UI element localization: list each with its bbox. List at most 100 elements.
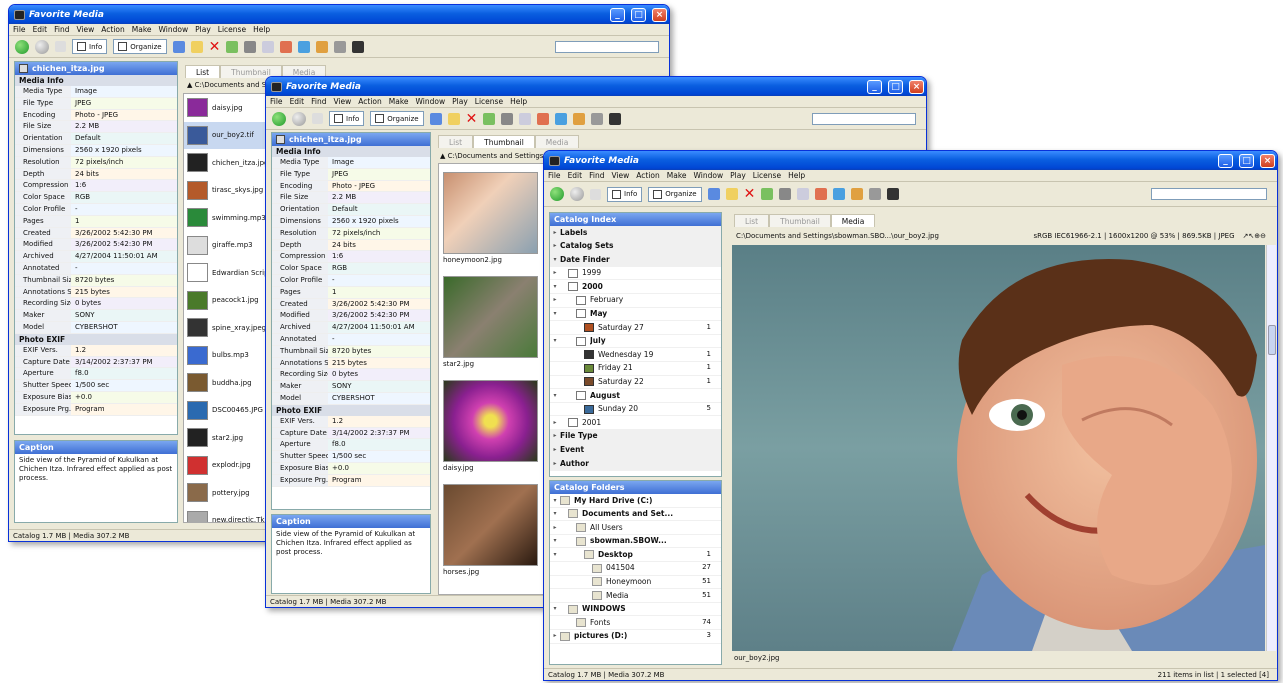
menu-play[interactable]: Play <box>452 97 468 106</box>
caption-text[interactable]: Side view of the Pyramid of Kukulkan at … <box>15 454 177 485</box>
tree-row[interactable]: ▸ All Users <box>550 521 721 535</box>
chart-icon[interactable] <box>537 112 550 125</box>
tree-row[interactable]: ▸ Catalog Sets <box>550 239 721 254</box>
print-icon[interactable] <box>869 188 882 200</box>
tree-row[interactable]: ▸ File Type <box>550 429 721 444</box>
expand-arrow-icon[interactable]: ▾ <box>550 602 560 616</box>
print-icon[interactable] <box>591 112 604 125</box>
print-icon[interactable] <box>334 40 347 53</box>
label-icon[interactable] <box>226 40 239 53</box>
tree-row[interactable]: Sunday 20 5 <box>550 403 721 417</box>
rotate-icon[interactable] <box>555 112 568 125</box>
minimize-button[interactable]: _ <box>867 79 882 94</box>
file-item[interactable]: new.directic.Tkn <box>184 507 272 522</box>
star-icon[interactable] <box>725 188 738 200</box>
tree-row[interactable]: Friday 21 1 <box>550 362 721 376</box>
chart-icon[interactable] <box>815 188 828 200</box>
home-icon[interactable] <box>590 188 601 200</box>
organize-button[interactable]: Organize <box>370 111 424 126</box>
email-icon[interactable] <box>609 112 622 125</box>
tree-row[interactable]: Saturday 27 1 <box>550 321 721 335</box>
tree-row[interactable]: ▸ Event <box>550 443 721 458</box>
menu-edit[interactable]: Edit <box>33 25 48 34</box>
file-item[interactable]: our_boy2.tif <box>184 121 272 149</box>
delete-icon[interactable]: ✕ <box>209 40 221 54</box>
tree-row[interactable]: ▾ August <box>550 389 721 403</box>
edit-icon[interactable] <box>262 40 275 53</box>
search-input[interactable] <box>1151 188 1267 200</box>
menu-view[interactable]: View <box>333 97 351 106</box>
menu-action[interactable]: Action <box>636 171 660 180</box>
delete-icon[interactable]: ✕ <box>466 112 478 126</box>
edit-icon[interactable] <box>797 188 810 200</box>
expand-arrow-icon[interactable]: ▸ <box>550 239 560 253</box>
menu-find[interactable]: Find <box>311 97 326 106</box>
file-item[interactable]: swimming.mp3 <box>184 204 272 232</box>
menu-help[interactable]: Help <box>510 97 527 106</box>
search-input[interactable] <box>812 112 916 125</box>
expand-arrow-icon[interactable]: ▸ <box>550 443 560 457</box>
expand-arrow-icon[interactable]: ▾ <box>550 389 560 403</box>
menu-action[interactable]: Action <box>358 97 382 106</box>
section-photo-exif[interactable]: Photo EXIF <box>15 333 177 345</box>
tree-row[interactable]: Honeymoon 51 <box>550 576 721 590</box>
file-item[interactable]: tirasc_skys.jpg <box>184 177 272 205</box>
forward-icon[interactable] <box>292 111 306 126</box>
home-icon[interactable] <box>312 113 323 124</box>
organize-button[interactable]: Organize <box>113 39 167 54</box>
file-item[interactable]: bulbs.mp3 <box>184 342 272 370</box>
tab-media[interactable]: Media <box>534 135 580 148</box>
rotate-icon[interactable] <box>298 40 311 53</box>
organize-button[interactable]: Organize <box>648 186 702 202</box>
tree-row[interactable]: ▾ 2000 <box>550 280 721 294</box>
tree-row[interactable]: ▸ Labels <box>550 226 721 240</box>
thumbnail-cell[interactable]: daisy.jpg <box>443 380 538 474</box>
file-item[interactable]: DSC00465.JPG <box>184 397 272 425</box>
expand-arrow-icon[interactable]: ▸ <box>550 416 560 430</box>
file-item[interactable]: daisy.jpg <box>184 94 272 122</box>
menu-help[interactable]: Help <box>253 25 270 34</box>
expand-arrow-icon[interactable]: ▾ <box>550 307 560 321</box>
menu-make[interactable]: Make <box>667 171 687 180</box>
tree-row[interactable]: Media 51 <box>550 589 721 603</box>
thumbnail-cell[interactable]: star2.jpg <box>443 276 538 370</box>
tab-thumbnail[interactable]: Thumbnail <box>769 214 831 227</box>
expand-arrow-icon[interactable]: ▾ <box>550 494 560 508</box>
info-button[interactable]: Info <box>607 186 643 202</box>
label-icon[interactable] <box>483 112 496 125</box>
search-input[interactable] <box>555 40 659 53</box>
tree-row[interactable]: ▸ February <box>550 294 721 308</box>
section-photo-exif[interactable]: Photo EXIF <box>272 404 430 416</box>
tree-row[interactable]: ▾ WINDOWS <box>550 603 721 617</box>
menu-make[interactable]: Make <box>132 25 152 34</box>
tree-row[interactable]: ▾ Desktop 1 <box>550 548 721 562</box>
title-bar[interactable]: Favorite Media _ □ × <box>266 77 926 96</box>
tree-row[interactable]: ▸ 2001 <box>550 416 721 430</box>
tree-row[interactable]: ▾ Date Finder <box>550 253 721 267</box>
file-item[interactable]: pottery.jpg <box>184 479 272 507</box>
expand-arrow-icon[interactable]: ▸ <box>550 226 560 240</box>
star-icon[interactable] <box>447 112 460 125</box>
slideshow-icon[interactable] <box>429 112 442 125</box>
tree-row[interactable]: ▸ pictures (D:) 3 <box>550 630 721 644</box>
delete-icon[interactable]: ✕ <box>744 187 756 201</box>
file-item[interactable]: star2.jpg <box>184 424 272 452</box>
file-item[interactable]: explodr.jpg <box>184 452 272 480</box>
info-button[interactable]: Info <box>329 111 365 126</box>
menu-edit[interactable]: Edit <box>290 97 305 106</box>
microphone-icon[interactable] <box>501 112 514 125</box>
scrollbar-thumb[interactable] <box>1268 325 1276 355</box>
tab-thumbnail[interactable]: Thumbnail <box>473 135 535 148</box>
email-icon[interactable] <box>887 188 900 200</box>
forward-icon[interactable] <box>570 187 584 201</box>
slideshow-icon[interactable] <box>172 40 185 53</box>
close-button[interactable]: × <box>909 79 924 94</box>
minimize-button[interactable]: _ <box>610 7 625 22</box>
expand-arrow-icon[interactable]: ▾ <box>550 507 560 521</box>
menu-view[interactable]: View <box>76 25 94 34</box>
section-media-info[interactable]: Media Info <box>272 146 430 157</box>
tree-row[interactable]: ▸ Author <box>550 457 721 471</box>
menu-edit[interactable]: Edit <box>568 171 583 180</box>
expand-arrow-icon[interactable]: ▸ <box>550 457 560 471</box>
microphone-icon[interactable] <box>779 188 792 200</box>
